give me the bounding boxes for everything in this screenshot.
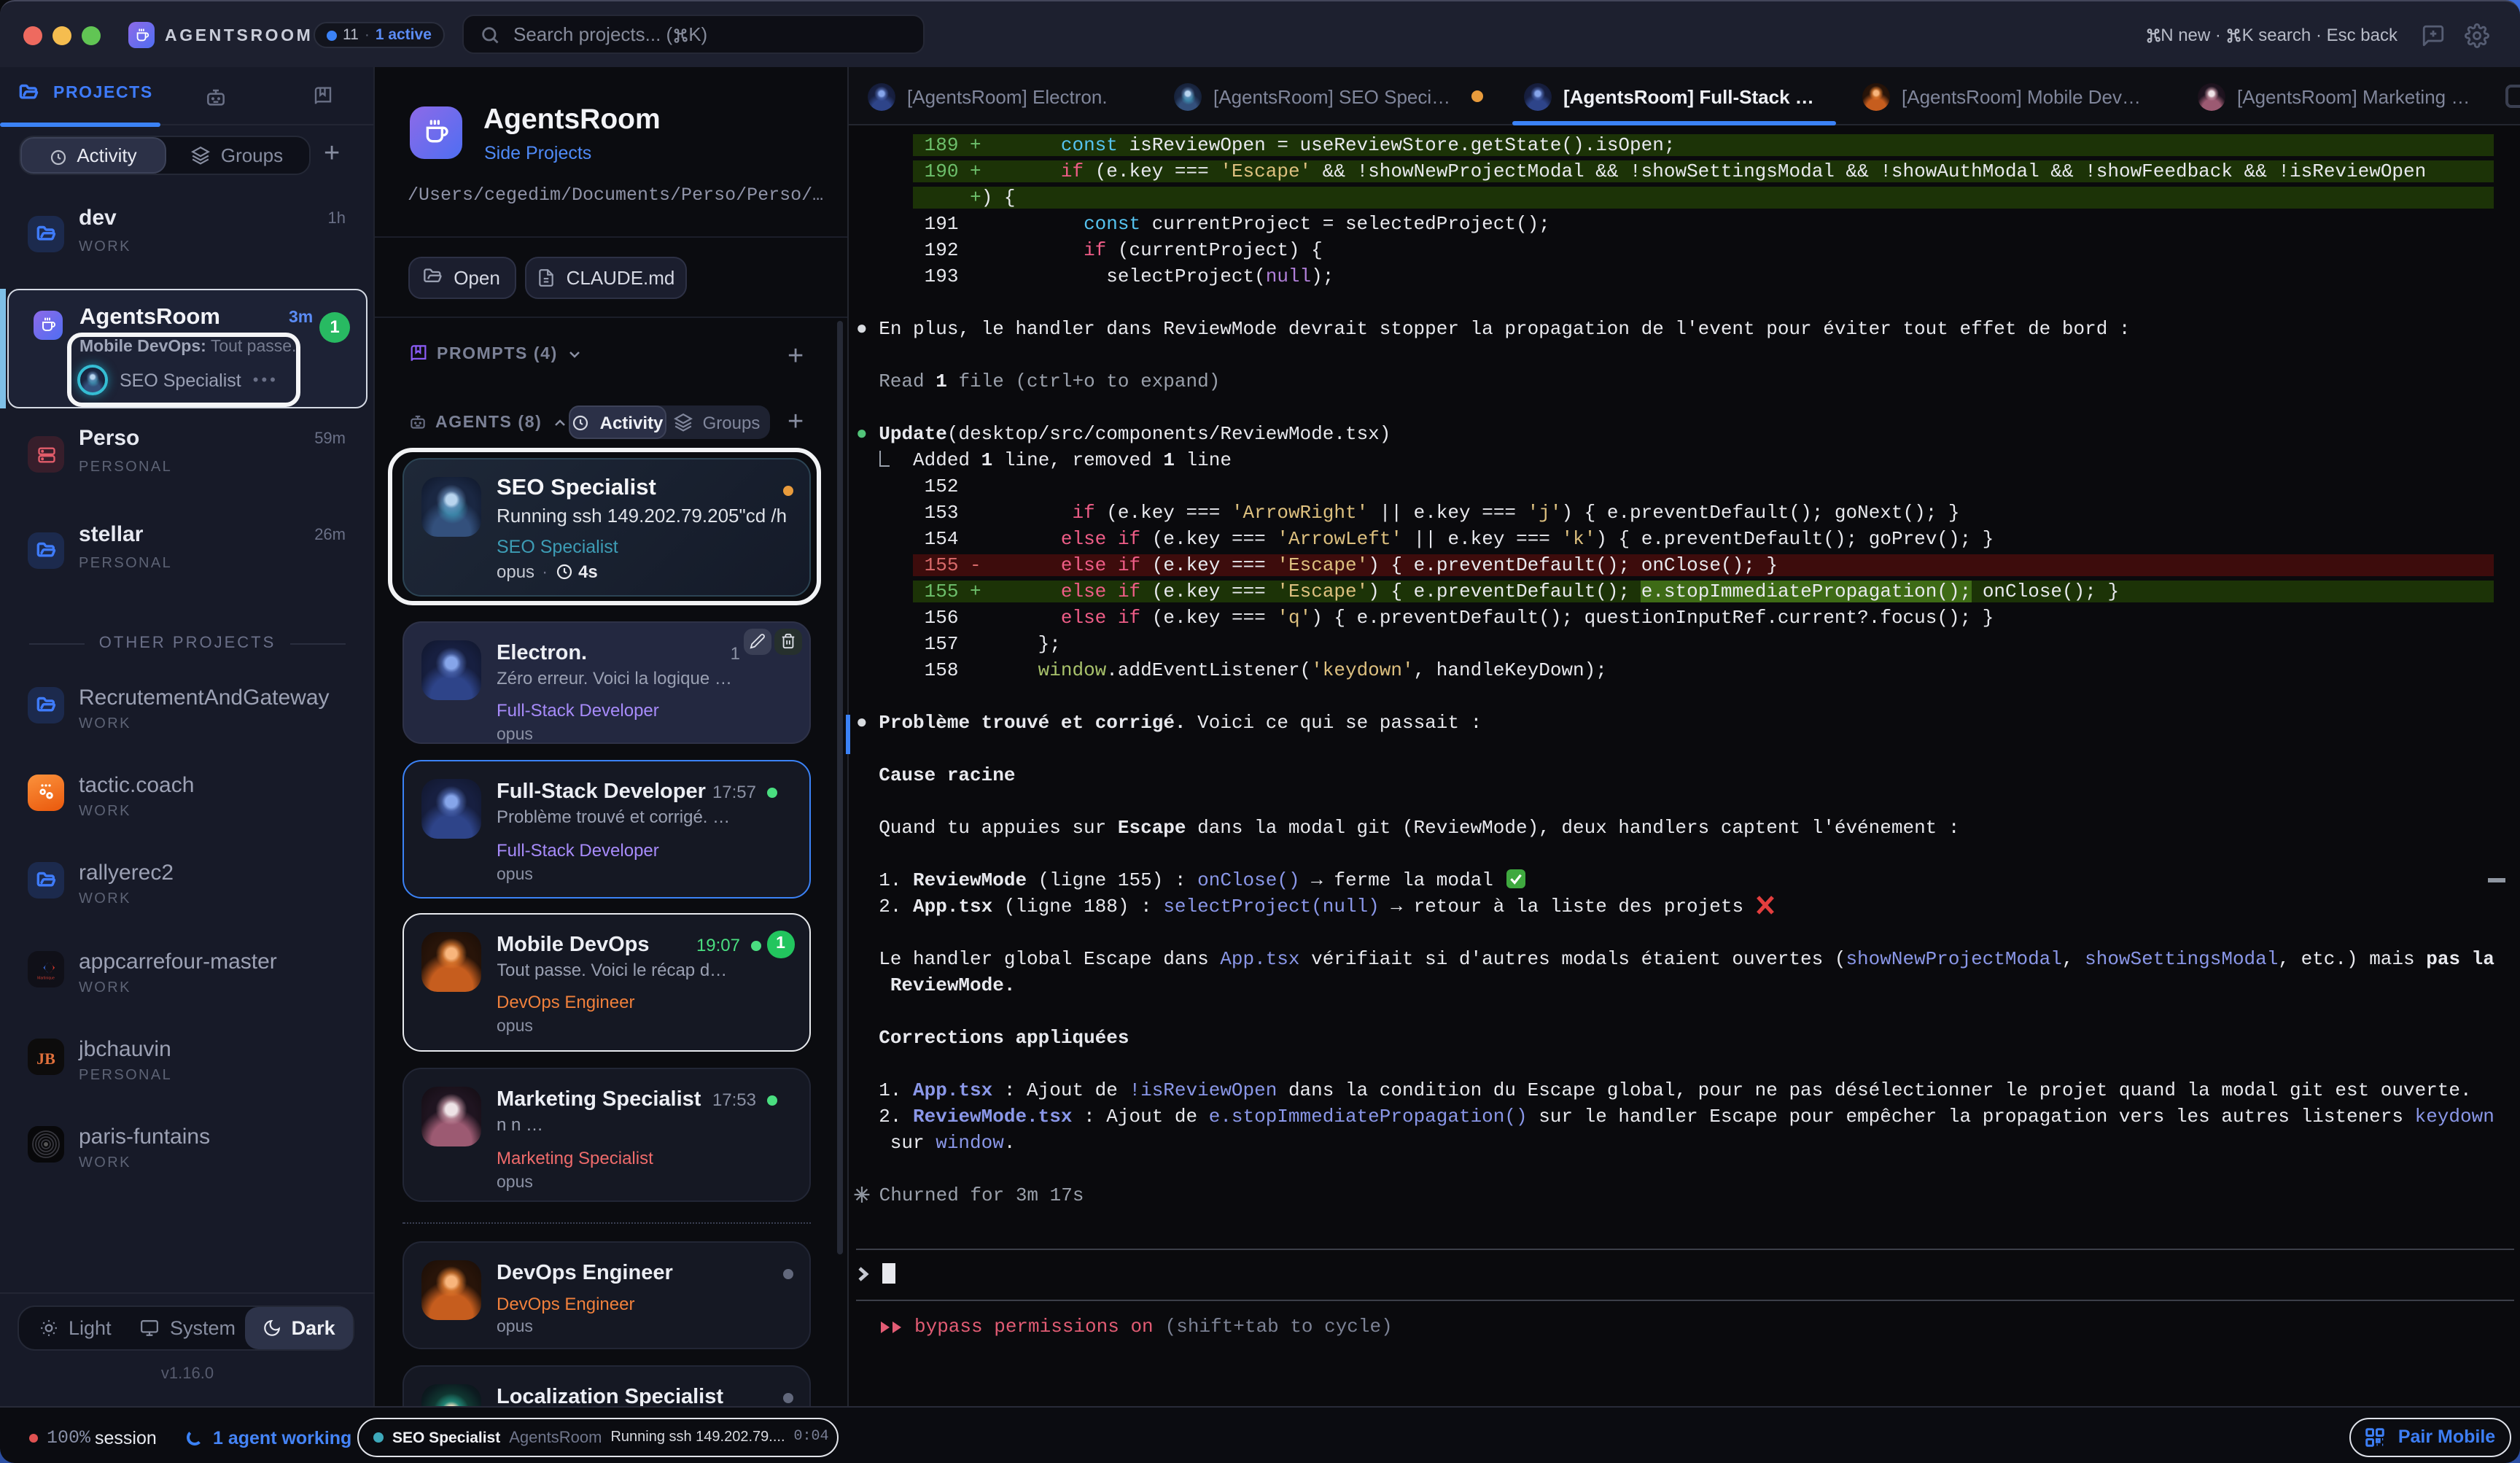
svg-text:Martinique: Martinique	[37, 976, 55, 980]
svg-text:JB: JB	[36, 1049, 55, 1068]
